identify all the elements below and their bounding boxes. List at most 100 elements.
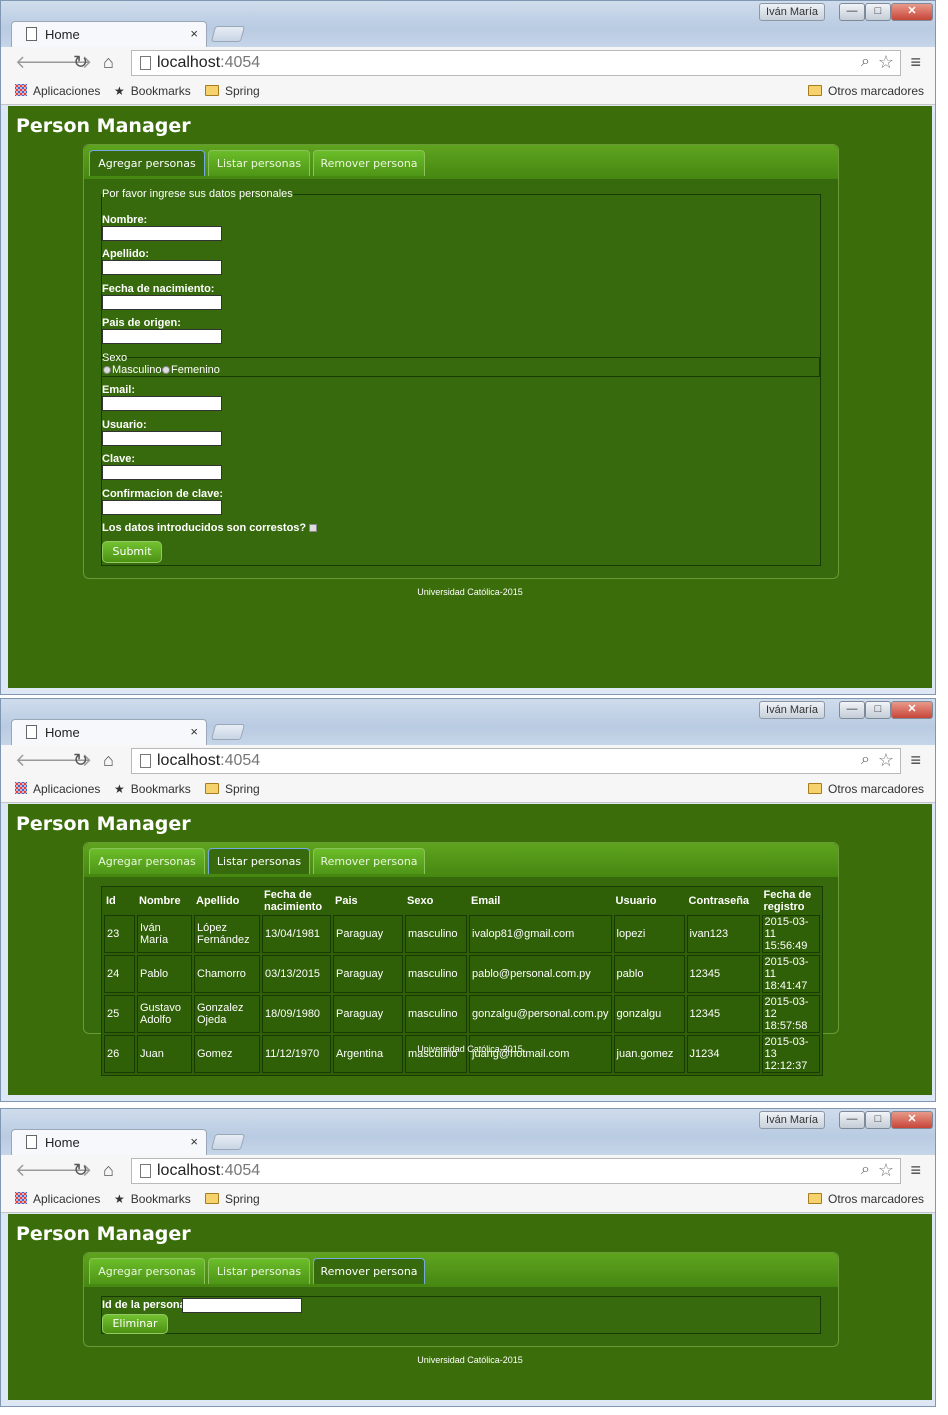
tab-close-icon[interactable]: × bbox=[190, 26, 198, 41]
address-bar[interactable]: localhost:4054 ⌕ ☆ bbox=[131, 50, 901, 76]
submit-button[interactable]: Submit bbox=[102, 541, 162, 563]
search-icon[interactable]: ⌕ bbox=[861, 53, 870, 71]
radio-masculino[interactable]: Masculino bbox=[103, 364, 162, 376]
title-bar: Iván María — □ ✕ Home × bbox=[1, 699, 935, 745]
tab-listar-personas[interactable]: Listar personas bbox=[208, 150, 310, 176]
profile-badge[interactable]: Iván María bbox=[759, 1111, 825, 1129]
profile-badge[interactable]: Iván María bbox=[759, 3, 825, 21]
tab-remover-persona[interactable]: Remover persona bbox=[313, 848, 425, 874]
tabs-panel: Agregar personas Listar personas Remover… bbox=[83, 842, 839, 1076]
tab-title: Home bbox=[45, 27, 80, 42]
reload-icon[interactable]: ↻ bbox=[73, 750, 88, 771]
browser-window-remover: Iván María — □ ✕ Home × 🡐 🡒 ↻ ⌂ localhos… bbox=[0, 1108, 936, 1407]
col-header: Fecha de registro bbox=[763, 889, 812, 913]
maximize-button[interactable]: □ bbox=[865, 1111, 891, 1129]
bookmark-apps[interactable]: Aplicaciones bbox=[15, 84, 100, 98]
bookmark-other[interactable]: Otros marcadores bbox=[808, 1192, 924, 1206]
new-tab-button[interactable] bbox=[210, 1134, 246, 1150]
clave-input[interactable] bbox=[102, 465, 222, 480]
bookmark-other[interactable]: Otros marcadores bbox=[808, 84, 924, 98]
profile-badge[interactable]: Iván María bbox=[759, 701, 825, 719]
bookmark-bookmarks[interactable]: ★ Bookmarks bbox=[114, 782, 191, 796]
minimize-button[interactable]: — bbox=[839, 1111, 865, 1129]
menu-icon[interactable]: ≡ bbox=[910, 52, 921, 73]
fecha-nacimiento-input[interactable] bbox=[102, 295, 222, 310]
tab-listar-personas[interactable]: Listar personas bbox=[208, 1258, 310, 1284]
tab-agregar-personas[interactable]: Agregar personas bbox=[89, 848, 205, 874]
close-window-button[interactable]: ✕ bbox=[891, 701, 933, 719]
bookmark-spring[interactable]: Spring bbox=[205, 782, 260, 796]
home-icon[interactable]: ⌂ bbox=[103, 1160, 114, 1181]
apellido-input[interactable] bbox=[102, 260, 222, 275]
clave-label: Clave: bbox=[102, 453, 136, 465]
new-tab-button[interactable] bbox=[210, 724, 246, 740]
cell-contrasena: J1234 bbox=[686, 1035, 760, 1073]
cell-nombre: Pablo bbox=[137, 955, 192, 993]
eliminar-button[interactable]: Eliminar bbox=[102, 1314, 168, 1334]
search-icon[interactable]: ⌕ bbox=[861, 751, 870, 769]
cell-id: 26 bbox=[104, 1035, 135, 1073]
maximize-button[interactable]: □ bbox=[865, 3, 891, 21]
cell-sexo: masculino bbox=[405, 995, 467, 1033]
fecha-nacimiento-label: Fecha de nacimiento: bbox=[102, 283, 215, 295]
tab-agregar-personas[interactable]: Agregar personas bbox=[89, 150, 205, 176]
cell-id: 23 bbox=[104, 915, 135, 953]
tab-agregar-personas[interactable]: Agregar personas bbox=[89, 1258, 205, 1284]
minimize-button[interactable]: — bbox=[839, 3, 865, 21]
reload-icon[interactable]: ↻ bbox=[73, 52, 88, 73]
close-window-button[interactable]: ✕ bbox=[891, 1111, 933, 1129]
confirmacion-clave-input[interactable] bbox=[102, 500, 222, 515]
tab-close-icon[interactable]: × bbox=[190, 724, 198, 739]
address-bar[interactable]: localhost:4054 ⌕ ☆ bbox=[131, 748, 901, 774]
datos-correctos-checkbox[interactable] bbox=[309, 524, 318, 532]
page-content: Person Manager Agregar personas Listar p… bbox=[8, 804, 932, 1095]
col-header: Contraseña bbox=[688, 895, 750, 907]
maximize-button[interactable]: □ bbox=[865, 701, 891, 719]
bookmark-apps[interactable]: Aplicaciones bbox=[15, 1192, 100, 1206]
table-header-row: Id Nombre Apellido Fecha de nacimiento P… bbox=[104, 889, 820, 913]
url-text: localhost:4054 bbox=[157, 752, 261, 769]
home-icon[interactable]: ⌂ bbox=[103, 52, 114, 73]
minimize-button[interactable]: — bbox=[839, 701, 865, 719]
address-bar[interactable]: localhost:4054 ⌕ ☆ bbox=[131, 1158, 901, 1184]
star-icon: ★ bbox=[114, 1192, 125, 1206]
tab-remover-persona[interactable]: Remover persona bbox=[313, 150, 425, 176]
browser-tab[interactable]: Home × bbox=[11, 719, 207, 745]
pais-input[interactable] bbox=[102, 329, 222, 344]
table-row: 25 Gustavo Adolfo Gonzalez Ojeda 18/09/1… bbox=[104, 995, 820, 1033]
bookmark-apps[interactable]: Aplicaciones bbox=[15, 782, 100, 796]
email-input[interactable] bbox=[102, 396, 222, 411]
tab-remover-persona[interactable]: Remover persona bbox=[313, 1258, 425, 1284]
close-window-button[interactable]: ✕ bbox=[891, 3, 933, 21]
menu-icon[interactable]: ≡ bbox=[910, 750, 921, 771]
radio-femenino[interactable]: Femenino bbox=[162, 364, 220, 376]
bookmark-spring[interactable]: Spring bbox=[205, 84, 260, 98]
id-persona-input[interactable] bbox=[182, 1298, 302, 1313]
browser-tab[interactable]: Home × bbox=[11, 1129, 207, 1155]
tab-close-icon[interactable]: × bbox=[190, 1134, 198, 1149]
apellido-label: Apellido: bbox=[102, 248, 150, 260]
new-tab-button[interactable] bbox=[210, 26, 246, 42]
col-header: Email bbox=[471, 895, 501, 907]
usuario-input[interactable] bbox=[102, 431, 222, 446]
home-icon[interactable]: ⌂ bbox=[103, 750, 114, 771]
nombre-input[interactable] bbox=[102, 226, 222, 241]
bookmark-bookmarks[interactable]: ★ Bookmarks bbox=[114, 1192, 191, 1206]
bookmark-star-icon[interactable]: ☆ bbox=[878, 750, 894, 771]
bookmark-spring[interactable]: Spring bbox=[205, 1192, 260, 1206]
bookmark-star-icon[interactable]: ☆ bbox=[878, 1160, 894, 1181]
browser-tab[interactable]: Home × bbox=[11, 21, 207, 47]
bookmark-other[interactable]: Otros marcadores bbox=[808, 782, 924, 796]
cell-contrasena: ivan123 bbox=[686, 915, 760, 953]
reload-icon[interactable]: ↻ bbox=[73, 1160, 88, 1181]
tab-listar-personas[interactable]: Listar personas bbox=[208, 848, 310, 874]
search-icon[interactable]: ⌕ bbox=[861, 1161, 870, 1179]
cell-registro: 2015-03-11 15:56:49 bbox=[761, 915, 820, 953]
bookmark-bookmarks[interactable]: ★ Bookmarks bbox=[114, 84, 191, 98]
browser-toolbar: 🡐 🡒 ↻ ⌂ localhost:4054 ⌕ ☆ ≡ bbox=[1, 745, 935, 777]
cell-usuario: juan.gomez bbox=[613, 1035, 685, 1073]
menu-icon[interactable]: ≡ bbox=[910, 1160, 921, 1181]
bookmark-star-icon[interactable]: ☆ bbox=[878, 52, 894, 73]
table-row: 23 Iván María López Fernández 13/04/1981… bbox=[104, 915, 820, 953]
star-icon: ★ bbox=[114, 84, 125, 98]
